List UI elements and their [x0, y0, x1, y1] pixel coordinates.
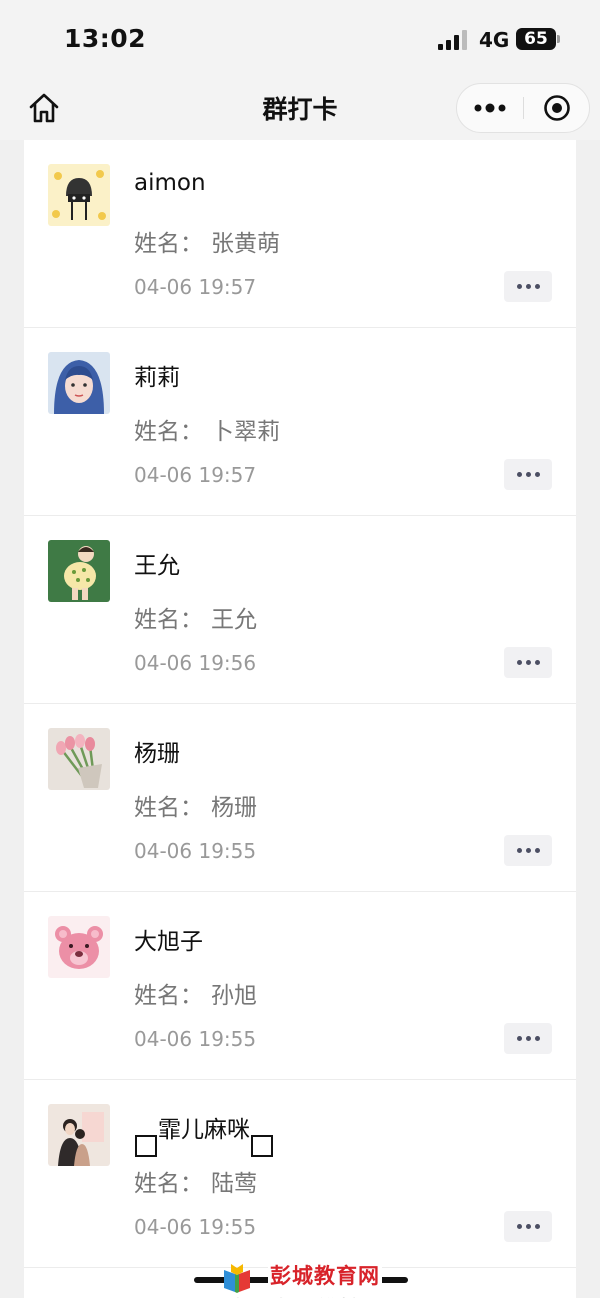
real-name-row: 姓名： 张黄萌 — [134, 224, 280, 258]
entry-more-button[interactable] — [504, 1023, 552, 1054]
real-name-row: 姓名： 王允 — [134, 600, 257, 634]
avatar — [48, 728, 110, 790]
battery-icon: 65 — [516, 28, 556, 50]
status-bar: 13:02 4G 65 — [0, 0, 600, 80]
cellular-signal-icon — [438, 30, 470, 50]
tulip-bouquet-avatar-icon — [48, 728, 110, 790]
missing-glyph-box — [251, 1135, 273, 1157]
target-circle-icon — [544, 95, 570, 121]
list-item[interactable]: aimon 姓名： 张黄萌 04-06 19:57 — [24, 140, 576, 328]
watermark-text: 彭城教育网 — [268, 1260, 382, 1290]
site-watermark: 彭城教育网 — [192, 1258, 410, 1298]
real-name: 杨珊 — [211, 795, 257, 821]
helmet-cartoon-avatar-icon — [48, 164, 110, 226]
name-label: 姓名： — [134, 419, 203, 445]
avatar — [48, 352, 110, 414]
entry-more-button[interactable] — [504, 271, 552, 302]
list-item[interactable]: 大旭子 姓名： 孙旭 04-06 19:55 — [24, 892, 576, 1080]
book-logo-icon — [224, 1264, 250, 1293]
battery-level: 65 — [524, 29, 548, 49]
more-button[interactable] — [457, 84, 523, 132]
entry-more-button[interactable] — [504, 647, 552, 678]
checkin-time: 04-06 19:55 — [134, 839, 257, 863]
avatar — [48, 1104, 110, 1166]
real-name: 卜翠莉 — [211, 419, 280, 445]
real-name: 孙旭 — [211, 983, 257, 1009]
nickname-text: 霏儿麻咪 — [158, 1117, 250, 1143]
entry-more-button[interactable] — [504, 459, 552, 490]
real-name: 张黄萌 — [211, 231, 280, 257]
checkin-time: 04-06 19:55 — [134, 1027, 257, 1051]
real-name: 王允 — [211, 607, 257, 633]
missing-glyph-box — [135, 1135, 157, 1157]
checkin-time: 04-06 19:57 — [134, 275, 257, 299]
avatar — [48, 540, 110, 602]
pink-bear-avatar-icon — [48, 916, 110, 978]
list-item[interactable]: 杨珊 姓名： 杨珊 04-06 19:55 — [24, 704, 576, 892]
real-name-row: 姓名： 陆莺 — [134, 1164, 257, 1198]
entry-more-button[interactable] — [504, 835, 552, 866]
name-label: 姓名： — [134, 795, 203, 821]
checkin-time: 04-06 19:56 — [134, 651, 257, 675]
couple-photo-avatar-icon — [48, 1104, 110, 1166]
entry-more-button[interactable] — [504, 1211, 552, 1242]
battery-cap — [557, 35, 560, 43]
name-label: 姓名： — [134, 983, 203, 1009]
name-label: 姓名： — [134, 1171, 203, 1197]
cartoon-figure-avatar-icon — [48, 540, 110, 602]
real-name: 陆莺 — [211, 1171, 257, 1197]
mini-program-capsule — [456, 83, 590, 133]
more-dots-icon — [474, 103, 506, 113]
nickname: 杨珊 — [134, 741, 180, 767]
nav-bar: 群打卡 — [0, 80, 600, 140]
avatar — [48, 164, 110, 226]
avatar — [48, 916, 110, 978]
close-button[interactable] — [525, 84, 589, 132]
real-name-row: 姓名： 卜翠莉 — [134, 412, 280, 446]
nickname: 王允 — [134, 553, 180, 579]
list-item[interactable]: 霏儿麻咪 姓名： 陆莺 04-06 19:55 — [24, 1080, 576, 1268]
capsule-divider — [523, 97, 524, 119]
real-name-row: 姓名： 杨珊 — [134, 788, 257, 822]
name-label: 姓名： — [134, 231, 203, 257]
checkin-list: aimon 姓名： 张黄萌 04-06 19:57 莉莉 姓名： 卜翠莉 04-… — [24, 140, 576, 1298]
network-type: 4G — [479, 28, 510, 52]
blue-hair-girl-avatar-icon — [48, 352, 110, 414]
nickname: 霏儿麻咪 — [134, 1110, 274, 1157]
checkin-time: 04-06 19:57 — [134, 463, 257, 487]
nickname: 大旭子 — [134, 929, 203, 955]
nickname: 莉莉 — [134, 365, 180, 391]
nickname: aimon — [134, 170, 206, 196]
name-label: 姓名： — [134, 607, 203, 633]
page: 13:02 4G 65 群打卡 aimon 姓名： 张黄萌 04-06 19:5… — [0, 0, 600, 1298]
status-time: 13:02 — [64, 24, 147, 53]
checkin-time: 04-06 19:55 — [134, 1215, 257, 1239]
list-item[interactable]: 莉莉 姓名： 卜翠莉 04-06 19:57 — [24, 328, 576, 516]
list-item[interactable]: 王允 姓名： 王允 04-06 19:56 — [24, 516, 576, 704]
real-name-row: 姓名： 孙旭 — [134, 976, 257, 1010]
